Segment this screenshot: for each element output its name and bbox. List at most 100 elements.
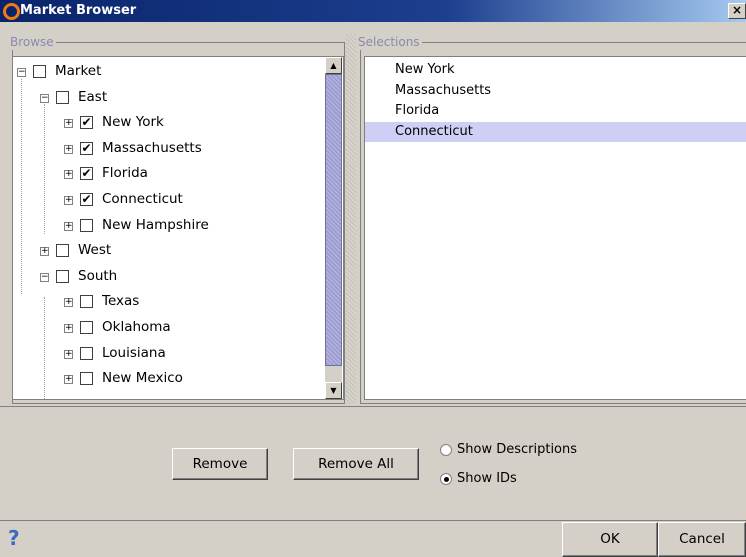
tree-checkbox[interactable] [80,218,93,232]
expander-glyph: − [41,271,49,282]
expand-icon[interactable]: + [64,375,73,385]
expander-glyph: + [65,297,73,308]
tree-checkbox[interactable] [80,346,93,360]
selection-item[interactable]: Florida [365,101,746,122]
selections-legend: Selections [358,34,422,50]
tree-item-label: East [78,88,108,105]
tree-row[interactable]: + ✔ New York [13,112,313,138]
tree-row[interactable]: + ✔ Florida [13,163,313,189]
selection-item[interactable]: Connecticut [365,121,746,142]
tree-guide-line [21,79,22,294]
expander-glyph: + [41,246,49,257]
tree-row[interactable]: + Oklahoma [13,317,313,343]
scroll-thumb[interactable] [325,74,342,366]
expand-icon[interactable]: + [64,348,73,359]
tree-item-label: Oklahoma [102,318,171,335]
tree-row[interactable]: − South [13,266,313,292]
footer-separator [0,520,746,521]
tree-item-label: South [78,267,118,284]
radio-selected-dot [443,476,449,482]
tree-row[interactable]: + New Hampshire [13,215,313,241]
tree-checkbox[interactable] [33,65,46,78]
tree-row[interactable]: + Texas [13,291,313,317]
tree-item-label: New York [102,114,164,131]
tree-row[interactable]: + West [13,240,313,266]
check-mark-icon: ✔ [81,191,92,206]
collapse-icon[interactable]: − [40,92,49,103]
expand-icon[interactable]: + [64,170,73,180]
scroll-up-button[interactable]: ▲ [325,57,342,74]
expander-glyph: + [65,348,73,359]
app-icon [3,3,20,20]
remove-all-button[interactable]: Remove All [293,448,419,480]
expander-glyph: + [65,118,73,129]
selection-item[interactable]: New York [365,60,746,81]
ok-button[interactable]: OK [562,522,658,557]
selections-list[interactable]: New York Massachusetts Florida Connecticut [364,56,746,400]
tree-row[interactable]: + Louisiana [13,343,313,369]
tree-rows: − Market − East + ✔ New York + ✔ Massachusetts + ✔ F… [13,61,313,399]
check-mark-icon: ✔ [81,140,92,155]
market-tree[interactable]: − Market − East + ✔ New York + ✔ Massachusetts + ✔ F… [12,56,344,400]
expand-icon[interactable]: + [64,297,73,308]
expander-glyph: + [65,194,73,205]
expand-icon[interactable]: + [40,246,49,257]
tree-checkbox[interactable]: ✔ [80,166,93,181]
expander-glyph: + [65,220,73,231]
show-descriptions-label: Show Descriptions [457,442,578,457]
close-button[interactable]: × [728,3,746,19]
tree-checkbox[interactable] [80,372,93,386]
expander-glyph: + [65,322,73,333]
tree-checkbox[interactable] [80,320,93,334]
show-ids-label: Show IDs [457,471,517,486]
expand-icon[interactable]: + [64,322,73,333]
expander-glyph: + [65,143,73,154]
panel-splitter[interactable] [346,34,356,404]
tree-checkbox[interactable] [80,295,93,309]
tree-item-label: Connecticut [102,190,183,207]
tree-item-label: West [78,242,112,259]
cancel-button[interactable]: Cancel [658,522,746,557]
tree-row[interactable]: + ✔ Connecticut [13,189,313,215]
expand-icon[interactable]: + [64,220,73,231]
expand-icon[interactable]: + [64,194,73,205]
tree-row[interactable]: + ✔ Massachusetts [13,138,313,164]
scroll-down-button[interactable]: ▼ [325,382,342,399]
expand-icon[interactable]: + [64,118,73,129]
browse-legend: Browse [10,34,56,50]
selection-item[interactable]: Massachusetts [365,81,746,102]
expander-glyph: − [18,67,26,77]
tree-checkbox[interactable]: ✔ [80,140,93,155]
tree-checkbox[interactable] [56,269,69,283]
show-ids-radio[interactable] [440,473,452,485]
tree-item-label: Florida [102,165,148,182]
tree-item-label: Louisiana [102,344,166,361]
tree-guide-line [44,104,45,234]
tree-scrollbar[interactable]: ▲ ▼ [325,57,342,399]
check-mark-icon: ✔ [81,115,92,130]
tree-item-label: Market [55,63,102,79]
tree-checkbox[interactable]: ✔ [80,191,93,206]
tree-item-label: New Hampshire [102,216,209,233]
tree-checkbox[interactable] [56,244,69,258]
expand-icon[interactable]: + [64,143,73,154]
tree-item-label: New Mexico [102,370,183,387]
tree-row[interactable]: − East [13,87,313,113]
tree-row[interactable]: + New Mexico [13,368,313,394]
tree-item-label: Massachusetts [102,139,202,156]
collapse-icon[interactable]: − [40,271,49,282]
expander-glyph: − [41,92,49,103]
show-descriptions-radio[interactable] [440,444,452,456]
title-bar: Market Browser × [0,0,746,22]
tree-checkbox[interactable]: ✔ [80,115,93,130]
remove-button[interactable]: Remove [172,448,268,480]
help-icon[interactable]: ? [8,526,24,550]
window-title: Market Browser [20,3,137,18]
collapse-icon[interactable]: − [17,68,26,77]
check-mark-icon: ✔ [81,166,92,181]
tree-guide-line [44,297,45,399]
bottom-divider [0,406,746,407]
tree-item-label: Texas [102,293,140,310]
tree-row[interactable]: − Market [13,61,313,87]
tree-checkbox[interactable] [56,90,69,104]
